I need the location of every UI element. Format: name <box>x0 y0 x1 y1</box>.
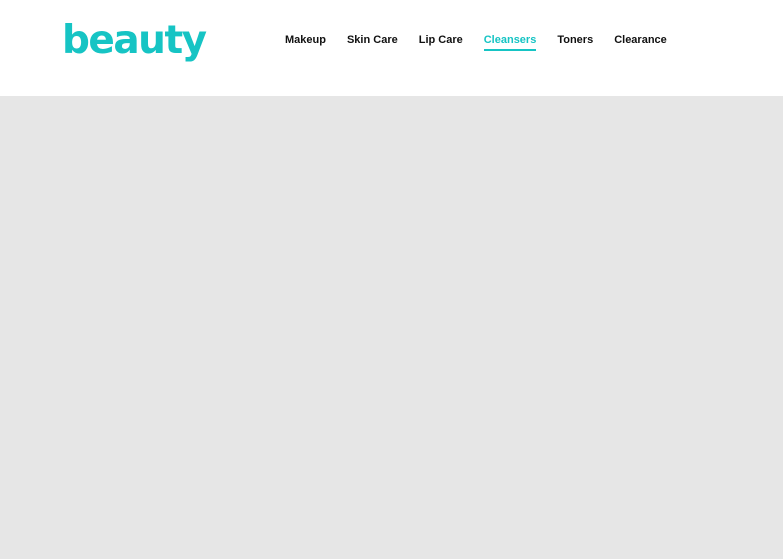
nav-item-toners[interactable]: Toners <box>557 33 593 51</box>
content-area <box>0 96 783 559</box>
nav-item-cleansers[interactable]: Cleansers <box>483 33 537 51</box>
site-header: beauty Makeup Skin Care Lip Care Cleanse… <box>0 0 783 96</box>
nav-item-skin-care[interactable]: Skin Care <box>347 33 398 51</box>
nav-item-clearance[interactable]: Clearance <box>614 33 667 51</box>
nav-item-makeup[interactable]: Makeup <box>285 33 326 51</box>
nav-item-lip-care[interactable]: Lip Care <box>419 33 463 51</box>
brand-logo[interactable]: beauty <box>62 18 207 64</box>
main-nav: Makeup Skin Care Lip Care Cleansers Tone… <box>285 33 667 51</box>
